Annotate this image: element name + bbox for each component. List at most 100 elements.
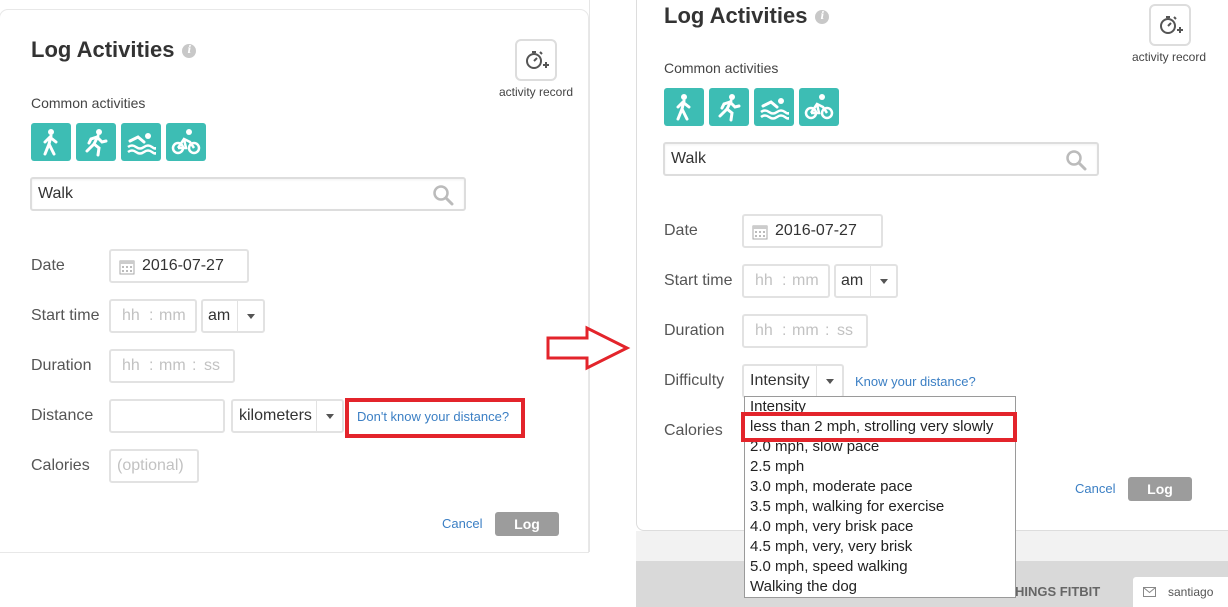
- start-time-field[interactable]: hh : mm: [109, 299, 197, 333]
- mm-placeholder: mm: [792, 322, 819, 339]
- activity-record-label[interactable]: activity record: [499, 85, 573, 99]
- activity-search-input[interactable]: Walk: [30, 177, 466, 211]
- duration-colon: :: [782, 322, 787, 339]
- hh-placeholder: hh: [755, 322, 773, 339]
- run-icon: [718, 94, 741, 122]
- cancel-link[interactable]: Cancel: [442, 516, 482, 531]
- duration-field[interactable]: hh : mm : ss: [742, 314, 868, 348]
- dropdown-option[interactable]: 4.5 mph, very, very brisk: [750, 537, 912, 557]
- chevron-down-icon: [237, 301, 263, 331]
- log-button[interactable]: Log: [1128, 477, 1192, 501]
- date-value: 2016-07-27: [775, 222, 857, 239]
- chevron-down-icon: [816, 366, 842, 396]
- ss-placeholder: ss: [837, 322, 853, 339]
- user-chip[interactable]: santiago: [1133, 577, 1228, 607]
- duration-label: Duration: [31, 357, 92, 374]
- hh-placeholder: hh: [755, 272, 773, 289]
- dropdown-option[interactable]: 4.0 mph, very brisk pace: [750, 517, 913, 537]
- run-activity-button[interactable]: [709, 88, 749, 126]
- run-activity-button[interactable]: [76, 123, 116, 161]
- start-time-label: Start time: [664, 272, 733, 289]
- duration-colon: :: [149, 357, 154, 374]
- ss-placeholder: ss: [204, 357, 220, 374]
- hh-placeholder: hh: [122, 357, 140, 374]
- footer-text: HINGS FITBIT: [1015, 584, 1101, 599]
- date-field[interactable]: 2016-07-27: [742, 214, 883, 248]
- distance-label: Distance: [31, 407, 94, 424]
- bike-activity-button[interactable]: [799, 88, 839, 126]
- highlight-box: [741, 412, 1017, 442]
- mm-placeholder: mm: [159, 357, 186, 374]
- activity-record-button[interactable]: [1149, 4, 1191, 46]
- arrow-right-icon: [546, 325, 631, 371]
- ampm-value: am: [208, 307, 231, 324]
- envelope-icon: [1143, 587, 1156, 597]
- info-icon[interactable]: i: [182, 44, 197, 59]
- mm-placeholder: mm: [792, 272, 819, 289]
- date-value: 2016-07-27: [142, 257, 224, 274]
- activity-search-input[interactable]: Walk: [663, 142, 1099, 176]
- log-button[interactable]: Log: [495, 512, 559, 536]
- search-value: Walk: [671, 150, 706, 167]
- ampm-value: am: [841, 272, 864, 289]
- chevron-down-icon: [316, 401, 342, 431]
- difficulty-label: Difficulty: [664, 372, 725, 389]
- swim-icon: [760, 98, 789, 120]
- hh-placeholder: hh: [122, 307, 140, 324]
- swim-activity-button[interactable]: [121, 123, 161, 161]
- user-name: santiago: [1168, 585, 1214, 599]
- dropdown-option[interactable]: 3.0 mph, moderate pace: [750, 477, 913, 497]
- right-title-text: Log Activities: [664, 3, 808, 28]
- dropdown-option[interactable]: 3.5 mph, walking for exercise: [750, 497, 944, 517]
- duration-colon: :: [825, 322, 830, 339]
- distance-unit-value: kilometers: [239, 407, 312, 424]
- activity-record-button[interactable]: [515, 39, 557, 81]
- ampm-select[interactable]: am: [834, 264, 898, 298]
- left-page-title: Log Activities i: [31, 37, 197, 63]
- right-page-title: Log Activities i: [664, 3, 830, 29]
- bike-activity-button[interactable]: [166, 123, 206, 161]
- duration-field[interactable]: hh : mm : ss: [109, 349, 235, 383]
- dropdown-option[interactable]: 2.5 mph: [750, 457, 804, 477]
- highlight-box: [345, 398, 525, 438]
- time-colon: :: [149, 307, 154, 324]
- duration-label: Duration: [664, 322, 725, 339]
- walk-icon: [43, 129, 58, 156]
- calories-input[interactable]: (optional): [109, 449, 199, 483]
- walk-activity-button[interactable]: [664, 88, 704, 126]
- know-distance-link[interactable]: Know your distance?: [855, 374, 976, 389]
- bike-icon: [804, 94, 834, 120]
- left-title-text: Log Activities: [31, 37, 175, 62]
- distance-input[interactable]: [109, 399, 225, 433]
- walk-activity-button[interactable]: [31, 123, 71, 161]
- ampm-select[interactable]: am: [201, 299, 265, 333]
- start-time-label: Start time: [31, 307, 100, 324]
- duration-colon: :: [192, 357, 197, 374]
- date-label: Date: [31, 257, 65, 274]
- dropdown-option[interactable]: 5.0 mph, speed walking: [750, 557, 908, 577]
- common-activities-label: Common activities: [31, 95, 146, 111]
- common-activities-label: Common activities: [664, 60, 779, 76]
- swim-icon: [127, 133, 156, 155]
- search-icon[interactable]: [432, 184, 454, 206]
- cancel-link[interactable]: Cancel: [1075, 481, 1115, 496]
- stopwatch-plus-icon: [526, 51, 549, 69]
- date-label: Date: [664, 222, 698, 239]
- calendar-icon: [752, 225, 768, 240]
- search-icon[interactable]: [1065, 149, 1087, 171]
- calendar-icon: [119, 260, 135, 275]
- difficulty-value: Intensity: [750, 372, 810, 389]
- start-time-field[interactable]: hh : mm: [742, 264, 830, 298]
- swim-activity-button[interactable]: [754, 88, 794, 126]
- run-icon: [85, 129, 108, 157]
- dropdown-option[interactable]: Walking the dog: [750, 577, 857, 597]
- date-field[interactable]: 2016-07-27: [109, 249, 249, 283]
- info-icon[interactable]: i: [815, 10, 830, 25]
- calories-label: Calories: [664, 422, 723, 439]
- walk-icon: [676, 94, 691, 121]
- difficulty-select[interactable]: Intensity: [742, 364, 844, 398]
- mm-placeholder: mm: [159, 307, 186, 324]
- distance-unit-select[interactable]: kilometers: [231, 399, 344, 433]
- activity-record-label[interactable]: activity record: [1132, 50, 1206, 64]
- bike-icon: [171, 129, 201, 155]
